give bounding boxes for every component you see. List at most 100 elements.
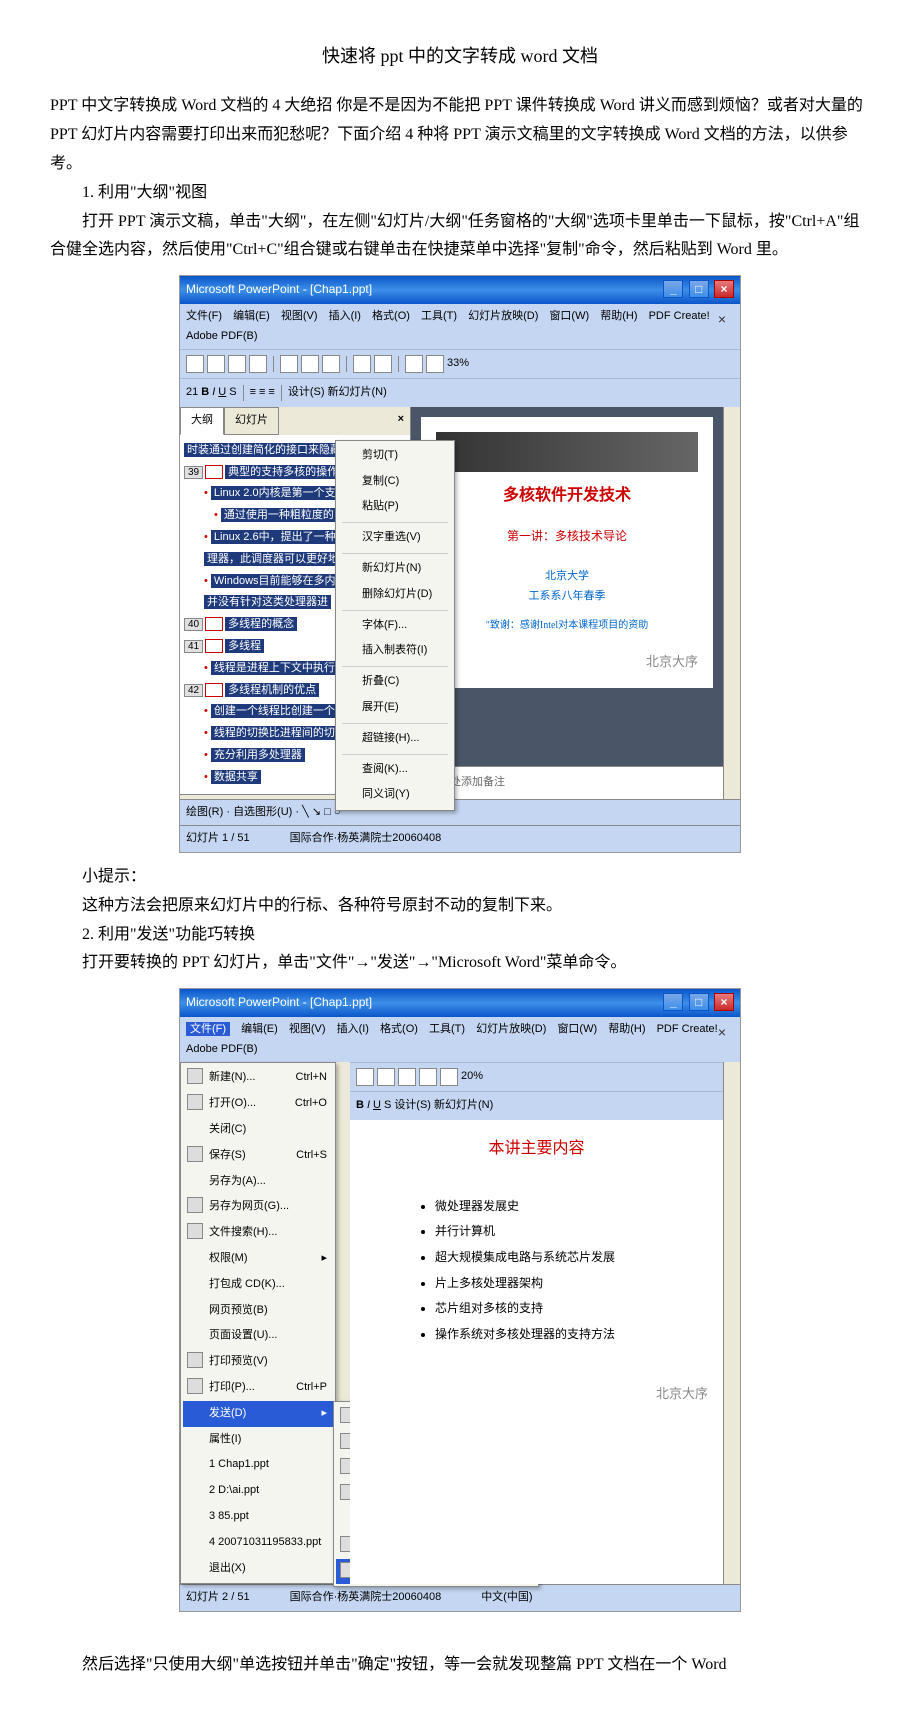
file-savehtml[interactable]: 另存为网页(G)...	[183, 1194, 333, 1220]
ctx-font[interactable]: 字体(F)...	[338, 613, 452, 639]
outline-item[interactable]: 多线程	[225, 639, 264, 653]
copy-icon[interactable]	[377, 1068, 395, 1086]
file-recent4[interactable]: 4 20071031195833.ppt	[183, 1530, 333, 1556]
open-icon[interactable]	[207, 355, 225, 373]
file-printpreview[interactable]: 打印预览(V)	[183, 1349, 333, 1375]
file-print[interactable]: 打印(P)...Ctrl+P	[183, 1375, 333, 1401]
ctx-delslide[interactable]: 删除幻灯片(D)	[338, 582, 452, 608]
align-center-icon[interactable]: ≡	[259, 383, 265, 403]
rect-icon[interactable]: □	[324, 806, 331, 818]
tab-slides[interactable]: 幻灯片	[224, 407, 279, 435]
file-save[interactable]: 保存(S)Ctrl+S	[183, 1143, 333, 1169]
save-icon[interactable]	[228, 355, 246, 373]
menu-pdf[interactable]: PDF Create!	[657, 1023, 718, 1035]
menu-adobe[interactable]: Adobe PDF(B)	[186, 1043, 258, 1055]
maximize-button[interactable]: □	[689, 280, 709, 298]
file-open[interactable]: 打开(O)...Ctrl+O	[183, 1091, 333, 1117]
file-recent3[interactable]: 3 85.ppt	[183, 1504, 333, 1530]
outline-list[interactable]: 时装通过创建简化的接口来隐藏资源复杂性 39典型的支持多核的操作系统 • Lin…	[180, 435, 410, 794]
file-close[interactable]: 关闭(C)	[183, 1117, 333, 1143]
notes-pane[interactable]: 单击此处添加备注	[411, 766, 723, 799]
menu-format[interactable]: 格式(O)	[380, 1023, 418, 1035]
file-recent2[interactable]: 2 D:\ai.ppt	[183, 1478, 333, 1504]
file-exit[interactable]: 退出(X)	[183, 1556, 333, 1582]
menu-edit[interactable]: 编辑(E)	[241, 1023, 278, 1035]
outline-item[interactable]: 充分利用多处理器	[211, 748, 305, 762]
redo-icon[interactable]	[374, 355, 392, 373]
outline-item[interactable]: Windows目前能够在多内	[211, 574, 339, 588]
shadow-button[interactable]: S	[229, 383, 236, 403]
pane-close-icon[interactable]: ×	[392, 407, 410, 435]
scrollbar[interactable]	[723, 1062, 740, 1584]
cut-icon[interactable]	[356, 1068, 374, 1086]
menu-tools[interactable]: 工具(T)	[421, 310, 457, 322]
minimize-button[interactable]: _	[663, 993, 683, 1011]
align-right-icon[interactable]: ≡	[268, 383, 274, 403]
menu-tools[interactable]: 工具(T)	[429, 1023, 465, 1035]
zoom-value[interactable]: 33%	[447, 354, 469, 374]
menu-adobe[interactable]: Adobe PDF(B)	[186, 330, 258, 342]
draw-menu[interactable]: 绘图(R)	[186, 806, 223, 818]
ctx-symbol[interactable]: 插入制表符(I)	[338, 638, 452, 664]
outline-item[interactable]: 线程的切换比进程间的切	[211, 726, 338, 740]
menu-pdf[interactable]: PDF Create!	[649, 310, 710, 322]
doc-close-icon[interactable]: ×	[718, 307, 726, 332]
paste-icon[interactable]	[398, 1068, 416, 1086]
close-button[interactable]: ×	[714, 993, 734, 1011]
menu-window[interactable]: 窗口(W)	[557, 1023, 597, 1035]
menu-insert[interactable]: 插入(I)	[337, 1023, 369, 1035]
arrow-icon[interactable]: ↘	[312, 806, 321, 818]
ctx-newslide[interactable]: 新幻灯片(N)	[338, 556, 452, 582]
file-saveas[interactable]: 另存为(A)...	[183, 1169, 333, 1195]
bold-button[interactable]: B	[201, 383, 209, 403]
menu-help[interactable]: 帮助(H)	[600, 310, 637, 322]
menu-file[interactable]: 文件(F)	[186, 1022, 230, 1036]
outline-item[interactable]: 多线程的概念	[225, 617, 297, 631]
menu-slideshow[interactable]: 幻灯片放映(D)	[468, 310, 538, 322]
file-search[interactable]: 文件搜索(H)...	[183, 1220, 333, 1246]
ctx-copy[interactable]: 复制(C)	[338, 469, 452, 495]
zoom-value[interactable]: 20%	[461, 1067, 483, 1087]
menu-view[interactable]: 视图(V)	[281, 310, 318, 322]
ctx-hyperlink[interactable]: 超链接(H)...	[338, 726, 452, 752]
file-new[interactable]: 新建(N)...Ctrl+N	[183, 1065, 333, 1091]
cut-icon[interactable]	[280, 355, 298, 373]
chart-icon[interactable]	[426, 355, 444, 373]
outline-item[interactable]: 线程是进程上下文中执行	[211, 661, 338, 675]
menu-help[interactable]: 帮助(H)	[608, 1023, 645, 1035]
undo-icon[interactable]	[353, 355, 371, 373]
redo-icon[interactable]	[440, 1068, 458, 1086]
design-button[interactable]: 设计(S)	[288, 383, 325, 403]
close-button[interactable]: ×	[714, 280, 734, 298]
ctx-expand[interactable]: 展开(E)	[338, 695, 452, 721]
undo-icon[interactable]	[419, 1068, 437, 1086]
outline-item[interactable]: Linux 2.0内核是第一个支	[211, 486, 339, 500]
outline-item[interactable]: 通过使用一种粗粒度的	[221, 508, 337, 522]
outline-item[interactable]: Linux 2.6中，提出了一种	[211, 530, 339, 544]
menu-format[interactable]: 格式(O)	[372, 310, 410, 322]
ctx-lookup[interactable]: 查阅(K)...	[338, 757, 452, 783]
align-left-icon[interactable]: ≡	[250, 383, 256, 403]
line-icon[interactable]: ╲	[302, 806, 309, 818]
underline-button[interactable]: U	[373, 1096, 381, 1116]
outline-item[interactable]: 创建一个线程比创建一个	[211, 704, 338, 718]
design-button[interactable]: 设计(S)	[394, 1096, 431, 1116]
ctx-paste[interactable]: 粘贴(P)	[338, 494, 452, 520]
shadow-button[interactable]: S	[384, 1096, 391, 1116]
ctx-hanzi[interactable]: 汉字重选(V)	[338, 525, 452, 551]
underline-button[interactable]: U	[218, 383, 226, 403]
italic-button[interactable]: I	[212, 383, 215, 403]
file-props[interactable]: 属性(I)	[183, 1427, 333, 1453]
new-icon[interactable]	[186, 355, 204, 373]
menu-slideshow[interactable]: 幻灯片放映(D)	[476, 1023, 546, 1035]
outline-item[interactable]: 理器，此调度器可以更好地	[204, 552, 342, 566]
ctx-collapse[interactable]: 折叠(C)	[338, 669, 452, 695]
file-send[interactable]: 发送(D)▸ 邮件收件人(审阅)(C)... 邮件收件人(以附件形式)(A)..…	[183, 1401, 333, 1427]
newslide-button[interactable]: 新幻灯片(N)	[328, 383, 387, 403]
outline-item[interactable]: 数据共享	[211, 770, 261, 784]
file-pagesetup[interactable]: 页面设置(U)...	[183, 1323, 333, 1349]
menu-window[interactable]: 窗口(W)	[549, 310, 589, 322]
copy-icon[interactable]	[301, 355, 319, 373]
tab-outline[interactable]: 大纲	[180, 407, 224, 435]
print-icon[interactable]	[249, 355, 267, 373]
